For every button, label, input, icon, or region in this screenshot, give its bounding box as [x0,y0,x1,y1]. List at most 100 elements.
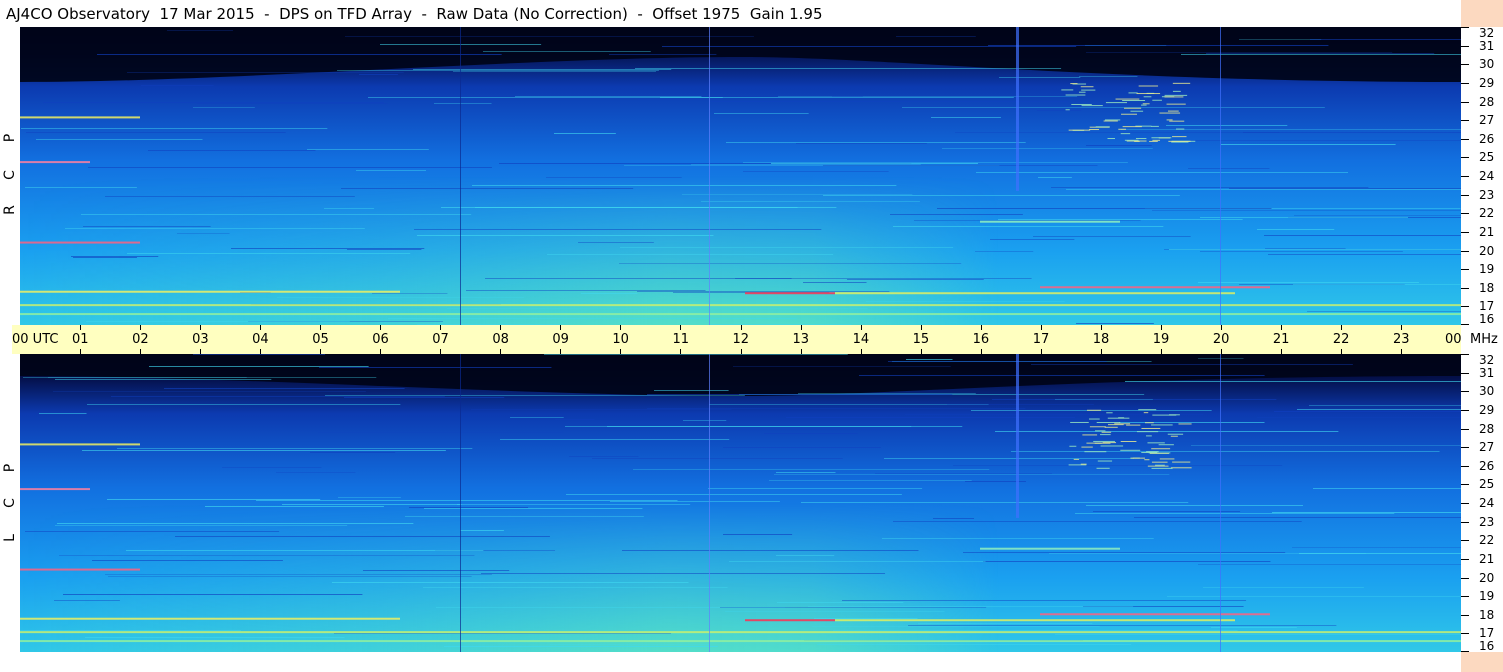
spectro-striation [86,321,350,322]
spectro-striation [318,432,564,433]
spectro-striation [319,367,552,368]
spectro-striation [683,420,727,421]
spectro-striation [622,550,919,551]
spectro-burst [1167,110,1179,112]
spectro-striation [1038,177,1072,178]
freq-tick [1461,503,1469,504]
freq-tick [1461,176,1469,177]
spectro-burst [1068,129,1091,131]
spectro-striation [933,518,975,519]
utc-tick [260,325,262,330]
utc-tick [740,349,742,354]
utc-tick [1400,325,1402,330]
mhz-unit-label: MHz [1470,332,1498,347]
spectro-striation [569,456,639,457]
spectro-striation [902,107,1325,108]
spectro-striation [906,359,953,360]
utc-tick [200,325,202,330]
freq-label-20: 20 [1479,243,1495,258]
spectro-striation [709,404,989,405]
freq-tick [1461,558,1469,560]
spectro-burst [1146,435,1152,437]
spectro-burst [1100,445,1124,447]
utc-tick [1340,349,1342,354]
utc-tick [320,349,322,354]
spectro-striation [359,74,398,75]
spectro-striation [372,293,448,294]
spectro-striation [472,185,897,186]
utc-time-axis: 00 UTC 01 02 03 04 05 06 07 08 09 10 11 12 13 14 15 16 17… [12,325,1462,354]
spectro-striation [729,561,986,562]
spectro-striation [25,187,137,188]
spectro-striation [85,637,345,638]
utc-label-09: 09 [552,332,569,347]
spectro-striation [654,390,729,391]
spectro-striation [1200,217,1409,218]
spectro-striation [893,226,1164,227]
freq-tick [1461,45,1469,47]
freq-tick [1461,614,1469,616]
spectro-striation [796,143,927,144]
spectro-burst [1147,442,1165,444]
spectro-striation [1257,229,1335,230]
freq-label-22: 22 [1479,533,1495,548]
utc-label-17: 17 [1032,332,1050,347]
spectro-striation [1086,505,1303,506]
spectro-striation [808,606,1134,607]
spectro-striation [405,516,644,517]
spectro-burst [1136,93,1161,95]
spectro-burst [1081,105,1103,107]
spectro-burst [1155,464,1165,466]
spectro-burst [1150,125,1159,127]
spectro-interference-band [20,290,400,293]
spectro-burst [1141,104,1147,106]
spectro-striation [777,602,904,603]
spectro-striation [1272,512,1461,513]
spectro-striation [890,214,1023,215]
spectro-burst [1130,110,1144,112]
spectro-burst [1138,85,1159,87]
spectro-striation [417,235,714,236]
spectro-burst [1088,418,1100,420]
utc-tick [860,349,862,354]
spectro-burst [1093,440,1115,442]
spectro-striation [57,523,414,524]
spectro-striation [1292,547,1461,548]
spectro-striation [1055,399,1153,400]
rcp-spectrogram [20,27,1461,325]
spectro-striation [1310,39,1461,40]
spectro-burst [1122,126,1142,128]
spectro-striation [83,226,211,227]
spectro-striation [88,167,492,168]
spectro-burst [1172,90,1181,92]
spectro-striation [1033,236,1191,237]
spectro-striation [175,536,550,537]
spectro-striation [1229,188,1461,189]
spectro-burst [1143,96,1152,98]
spectro-striation [53,391,366,392]
spectro-striation [515,96,702,97]
utc-label-06: 06 [372,332,389,347]
spectro-striation [1297,409,1461,410]
spectro-striation [1206,53,1435,54]
utc-tick [1400,349,1402,354]
freq-label-18: 18 [1479,607,1495,622]
freq-tick [1461,157,1469,159]
spectro-burst [1164,94,1188,96]
spectro-vertical-line [709,27,710,325]
freq-label-21: 21 [1479,224,1495,239]
spectro-burst [1142,103,1150,105]
spectro-striation [1200,251,1403,252]
spectro-burst [1164,96,1184,98]
spectro-interference-band [745,619,835,622]
spectro-burst [1095,126,1110,128]
spectro-striation [356,170,427,171]
spectro-striation [127,72,404,73]
spectro-striation [908,625,1337,626]
spectro-burst [1136,431,1159,433]
spectro-striation [1190,140,1461,141]
utc-tick [980,325,982,330]
rcp-frequency-axis: 32 31 30 29 28 27 26 25 24 23 22 21 20 19 18 17 16 [1461,27,1503,325]
spectro-burst [1103,120,1118,122]
spectro-striation [141,85,214,86]
